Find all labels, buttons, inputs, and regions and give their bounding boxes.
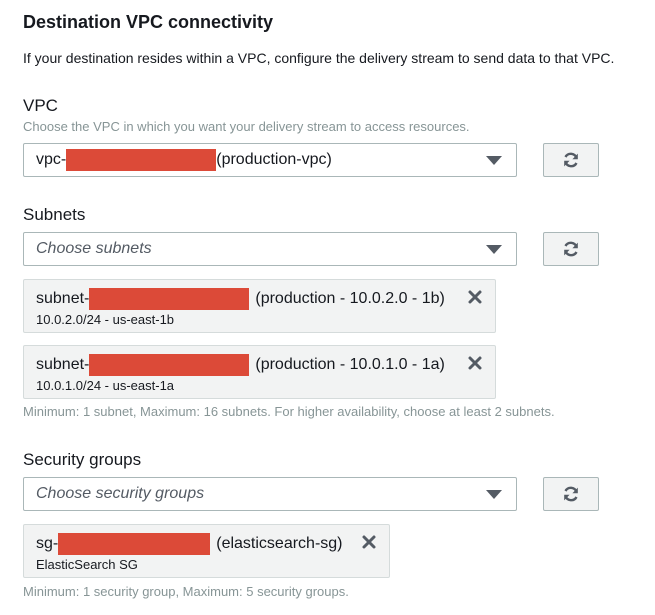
subnet-token-title: subnet- (production - 10.0.2.0 - 1b) <box>36 288 445 310</box>
subnet-token-title: subnet- (production - 10.0.1.0 - 1a) <box>36 354 445 376</box>
security-groups-select[interactable]: Choose security groups <box>23 477 517 511</box>
subnets-select[interactable]: Choose subnets <box>23 232 517 266</box>
security-group-id-prefix: sg- <box>36 535 59 552</box>
subnet-token-detail: 10.0.1.0/24 - us-east-1a <box>36 378 175 393</box>
redaction-block <box>66 149 217 171</box>
vpc-refresh-button[interactable] <box>543 143 599 177</box>
caret-down-icon <box>486 156 502 165</box>
security-groups-placeholder: Choose security groups <box>36 485 205 502</box>
subnet-token: subnet- (production - 10.0.1.0 - 1a) 10.0… <box>23 345 496 399</box>
vpc-label: VPC <box>23 96 58 115</box>
vpc-selected-value: vpc- (production-vpc) <box>24 149 332 171</box>
section-title: Destination VPC connectivity <box>23 12 274 32</box>
redaction-block <box>58 533 211 555</box>
refresh-icon <box>564 152 578 168</box>
security-group-token-detail: ElasticSearch SG <box>36 557 138 572</box>
subnets-constraint: Minimum: 1 subnet, Maximum: 16 subnets. … <box>23 404 555 419</box>
close-icon[interactable] <box>361 534 377 550</box>
close-icon[interactable] <box>467 355 483 371</box>
subnets-placeholder: Choose subnets <box>36 240 152 257</box>
subnet-name: (production - 10.0.1.0 - 1a) <box>255 356 445 373</box>
vpc-id-prefix: vpc- <box>36 151 67 168</box>
security-group-token-title: sg- (elasticsearch-sg) <box>36 533 343 555</box>
close-icon[interactable] <box>467 289 483 305</box>
caret-down-icon <box>486 490 502 499</box>
refresh-icon <box>564 241 578 257</box>
subnet-token-detail: 10.0.2.0/24 - us-east-1b <box>36 312 175 327</box>
security-groups-constraint: Minimum: 1 security group, Maximum: 5 se… <box>23 584 349 599</box>
vpc-select[interactable]: vpc- (production-vpc) <box>23 143 517 177</box>
caret-down-icon <box>486 245 502 254</box>
subnet-id-prefix: subnet- <box>36 290 90 307</box>
security-groups-label: Security groups <box>23 450 142 469</box>
subnet-id-prefix: subnet- <box>36 356 90 373</box>
subnets-label: Subnets <box>23 205 86 224</box>
subnet-name: (production - 10.0.2.0 - 1b) <box>255 290 445 307</box>
refresh-icon <box>564 486 578 502</box>
security-groups-refresh-button[interactable] <box>543 477 599 511</box>
subnets-refresh-button[interactable] <box>543 232 599 266</box>
redaction-block <box>89 354 250 376</box>
section-description: If your destination resides within a VPC… <box>23 50 615 66</box>
redaction-block <box>89 288 250 310</box>
subnet-token: subnet- (production - 10.0.2.0 - 1b) 10.0… <box>23 279 496 333</box>
vpc-name: (production-vpc) <box>216 151 332 168</box>
vpc-hint: Choose the VPC in which you want your de… <box>23 119 470 134</box>
security-group-name: (elasticsearch-sg) <box>216 535 343 552</box>
security-group-token: sg- (elasticsearch-sg) ElasticSearch SG <box>23 524 390 578</box>
